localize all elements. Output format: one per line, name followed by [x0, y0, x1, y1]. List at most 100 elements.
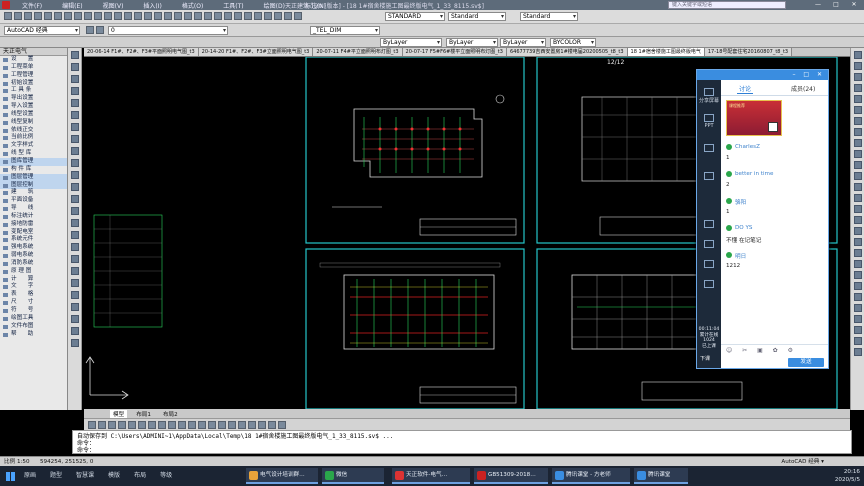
calculator-icon[interactable] — [184, 12, 192, 20]
zoom-out-icon[interactable] — [854, 271, 862, 279]
menu-format[interactable]: 格式(O) — [182, 1, 203, 10]
mirror-icon[interactable] — [71, 279, 79, 287]
dim-jogged-icon[interactable] — [854, 106, 862, 114]
sender-name[interactable]: 骆阳 — [735, 198, 746, 206]
center-mark-icon[interactable] — [854, 194, 862, 202]
side-menu-item[interactable]: 文件布图 — [0, 323, 67, 331]
osnap-icon[interactable] — [274, 12, 282, 20]
menu-file[interactable]: 文件(F) — [22, 1, 42, 10]
polyline-icon[interactable] — [71, 63, 79, 71]
qp-mode-icon[interactable] — [178, 421, 186, 429]
dim-update-icon[interactable] — [854, 227, 862, 235]
command-window[interactable]: 自动保存到 C:\Users\ADMINI~1\AppData\Local\Te… — [72, 430, 852, 454]
paste-icon[interactable] — [74, 12, 82, 20]
redo-icon[interactable] — [104, 12, 112, 20]
undo-icon[interactable] — [94, 12, 102, 20]
close-button[interactable]: ✕ — [846, 0, 862, 9]
tz-tool6-icon[interactable] — [258, 421, 266, 429]
doc-tab[interactable]: 64677739吉西安置房1#楼电届20200505_t8_t3 — [506, 48, 628, 56]
otrack-mode-icon[interactable] — [138, 421, 146, 429]
arc-icon[interactable] — [71, 99, 79, 107]
dim-diameter-icon[interactable] — [854, 117, 862, 125]
dim-style-icon[interactable] — [854, 238, 862, 246]
dim-linear-icon[interactable] — [854, 51, 862, 59]
doc-tab[interactable]: 17-18号配套住宅20160807_t8_t3 — [704, 48, 793, 56]
zoom-prev-icon[interactable] — [144, 12, 152, 20]
tz-tool3-icon[interactable] — [228, 421, 236, 429]
dim-arc-icon[interactable] — [854, 73, 862, 81]
block-icon[interactable] — [214, 12, 222, 20]
cloud-icon[interactable] — [71, 123, 79, 131]
tolerance-icon[interactable] — [854, 183, 862, 191]
ppt-button[interactable]: PPT — [697, 114, 721, 129]
side-menu-item[interactable]: 帮 助 — [0, 331, 67, 339]
sender-name[interactable]: better in time — [735, 171, 773, 177]
table-style-combo[interactable]: Standard — [520, 12, 578, 21]
dim-continue-icon[interactable] — [854, 161, 862, 169]
region-icon[interactable] — [71, 219, 79, 227]
doc-tab[interactable]: 20-14-20 F1#、F2#、F3#立面照明电气图_t3 — [198, 48, 314, 56]
side-menu-item[interactable]: 图库管理 — [0, 157, 67, 166]
move-icon[interactable] — [71, 315, 79, 323]
line-icon[interactable] — [71, 51, 79, 59]
side-menu-item[interactable]: 尺 寸 — [0, 299, 67, 307]
text-style-combo[interactable]: STANDARD — [385, 12, 445, 21]
ortho-mode-icon[interactable] — [108, 421, 116, 429]
taskbar-menu-item[interactable]: 题型 — [50, 466, 62, 486]
hatch-icon[interactable] — [224, 12, 232, 20]
dim-aligned-icon[interactable] — [854, 62, 862, 70]
side-menu-item[interactable]: 表 格 — [0, 291, 67, 299]
side-menu-item[interactable]: 工程管理 — [0, 72, 67, 80]
side-menu-item[interactable]: 消防系统 — [0, 260, 67, 268]
tz-tool4-icon[interactable] — [238, 421, 246, 429]
doc-tab-active[interactable]: 18 1#宿舍楼施工图最终版电气 — [627, 48, 705, 56]
task-electrical-group[interactable]: 电气设计培训群… — [246, 468, 318, 484]
snap-mode-icon[interactable] — [88, 421, 96, 429]
side-menu-item[interactable]: 导入设置 — [0, 103, 67, 111]
rectangle-icon[interactable] — [71, 87, 79, 95]
tab-discussion[interactable]: 讨论 — [736, 84, 754, 94]
task-tianzheng[interactable]: 天正软件-电气… — [392, 468, 470, 484]
promo-image[interactable]: 课程推荐 — [726, 100, 782, 136]
lineweight-combo[interactable]: ByLayer — [500, 38, 546, 47]
panel-window-icons[interactable]: – □ ✕ — [792, 71, 825, 78]
sc-mode-icon[interactable] — [188, 421, 196, 429]
side-menu-item[interactable]: 文字样式 — [0, 142, 67, 150]
plotstyle-combo[interactable]: BYCOLOR — [550, 38, 596, 47]
side-menu-item[interactable]: 绘图工具 — [0, 315, 67, 323]
camera-button[interactable] — [697, 172, 721, 181]
help-icon[interactable] — [194, 12, 202, 20]
text-icon[interactable] — [234, 12, 242, 20]
taskbar-menu-item[interactable]: 智慧课 — [76, 466, 94, 486]
tab-layout2[interactable]: 布局2 — [160, 410, 181, 418]
offset-icon[interactable] — [71, 291, 79, 299]
side-menu-item[interactable]: 图层管理 — [0, 173, 67, 182]
regen-icon[interactable] — [854, 293, 862, 301]
zoom-extents-icon[interactable] — [854, 249, 862, 257]
spline-icon[interactable] — [71, 135, 79, 143]
menu-insert[interactable]: 插入(I) — [143, 1, 161, 10]
mic-button[interactable] — [697, 220, 721, 229]
tz-tool2-icon[interactable] — [218, 421, 226, 429]
side-menu-item[interactable]: 线型复制 — [0, 119, 67, 127]
sender-name[interactable]: DO YS — [735, 225, 752, 231]
ducs-mode-icon[interactable] — [148, 421, 156, 429]
dim-baseline-icon[interactable] — [854, 150, 862, 158]
am-mode-icon[interactable] — [198, 421, 206, 429]
dim-radius-icon[interactable] — [854, 95, 862, 103]
dim-edit-icon[interactable] — [854, 205, 862, 213]
side-menu-item[interactable]: 线 型 库 — [0, 150, 67, 158]
side-menu-item[interactable]: 构 件 库 — [0, 166, 67, 174]
new-file-icon[interactable] — [4, 12, 12, 20]
side-menu-item[interactable]: 符 号 — [0, 307, 67, 315]
zoom-window-icon[interactable] — [134, 12, 142, 20]
snap-icon[interactable] — [854, 348, 862, 356]
tz-tool7-icon[interactable] — [268, 421, 276, 429]
copy-tool-icon[interactable] — [71, 267, 79, 275]
end-class-button[interactable]: 下课 — [700, 355, 710, 362]
tab-layout1[interactable]: 布局1 — [133, 410, 154, 418]
grid-mode-icon[interactable] — [98, 421, 106, 429]
tool-palette-icon[interactable] — [174, 12, 182, 20]
side-menu-item[interactable]: 设 置 — [0, 56, 67, 64]
view-icon[interactable] — [854, 326, 862, 334]
